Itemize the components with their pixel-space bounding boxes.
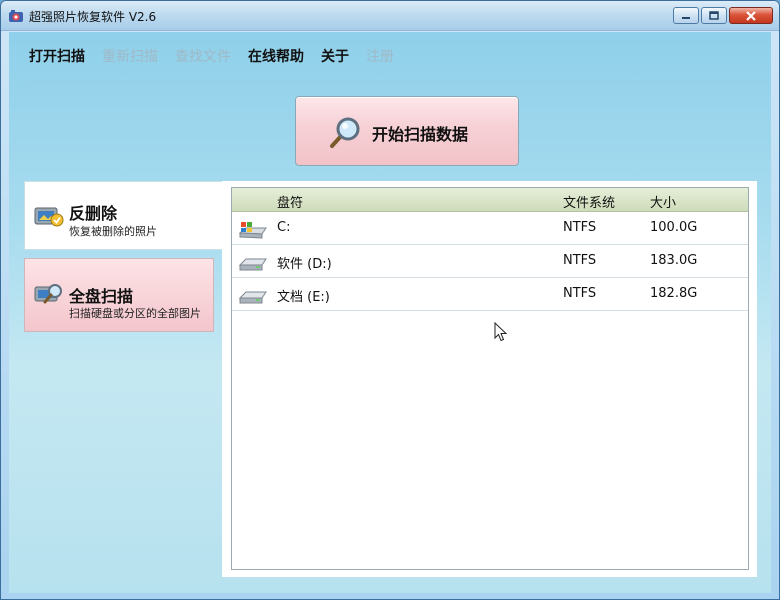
drive-name: 文档 (E:) <box>277 290 330 305</box>
drive-list-header: 盘符 文件系统 大小 <box>232 188 748 212</box>
menu-bar: 打开扫描 重新扫描 查找文件 在线帮助 关于 注册 <box>29 46 411 66</box>
close-button[interactable] <box>729 7 773 24</box>
maximize-button[interactable] <box>701 7 727 24</box>
close-icon <box>746 10 756 21</box>
drive-size: 182.8G <box>650 286 698 301</box>
table-row[interactable]: C: NTFS 100.0G <box>232 212 748 245</box>
drive-size: 100.0G <box>650 220 698 235</box>
table-row[interactable]: 文档 (E:) NTFS 182.8G <box>232 278 748 311</box>
drive-name: 软件 (D:) <box>277 257 332 272</box>
mouse-cursor-icon <box>494 322 508 342</box>
hard-drive-icon <box>238 258 267 271</box>
start-scan-button[interactable]: 开始扫描数据 <box>295 96 519 166</box>
menu-find-file[interactable]: 查找文件 <box>175 46 231 66</box>
hard-drive-icon <box>238 291 267 304</box>
drive-name: C: <box>277 220 291 235</box>
menu-online-help[interactable]: 在线帮助 <box>248 46 304 66</box>
drive-list[interactable]: 盘符 文件系统 大小 C: NTFS 100.0G 软件 (D:) NTFS 1… <box>231 187 749 570</box>
disk-scan-icon <box>34 284 62 304</box>
mode-undelete-title: 反删除 <box>69 204 118 223</box>
window-controls <box>673 7 773 25</box>
column-size[interactable]: 大小 <box>650 192 676 211</box>
mode-full-scan[interactable]: 全盘扫描 扫描硬盘或分区的全部图片 <box>24 258 214 332</box>
maximize-icon <box>709 11 719 20</box>
drive-rows: C: NTFS 100.0G 软件 (D:) NTFS 183.0G 文档 (E… <box>232 212 748 311</box>
minimize-icon <box>682 16 690 19</box>
drive-size: 183.0G <box>650 253 698 268</box>
table-row[interactable]: 软件 (D:) NTFS 183.0G <box>232 245 748 278</box>
mode-full-scan-subtitle: 扫描硬盘或分区的全部图片 <box>69 307 201 320</box>
column-drive[interactable]: 盘符 <box>277 192 303 211</box>
menu-divider <box>29 82 769 83</box>
system-drive-icon <box>238 222 267 239</box>
start-scan-label: 开始扫描数据 <box>372 125 469 144</box>
drive-filesystem: NTFS <box>563 253 597 268</box>
window-title: 超强照片恢复软件 V2.6 <box>29 10 157 24</box>
mode-undelete-subtitle: 恢复被删除的照片 <box>69 225 157 238</box>
title-bar[interactable]: 超强照片恢复软件 V2.6 <box>1 1 779 31</box>
app-icon <box>9 10 23 22</box>
magnifier-icon <box>330 117 360 148</box>
menu-register[interactable]: 注册 <box>366 46 394 66</box>
undelete-icon <box>34 207 64 227</box>
mode-undelete[interactable]: 反删除 恢复被删除的照片 <box>24 181 224 250</box>
menu-about[interactable]: 关于 <box>321 46 349 66</box>
app-window: 超强照片恢复软件 V2.6 打开扫描 重新扫描 查找文件 在线帮助 关于 注册 <box>0 0 780 600</box>
column-filesystem[interactable]: 文件系统 <box>563 192 615 211</box>
mode-full-scan-title: 全盘扫描 <box>69 287 134 306</box>
drive-filesystem: NTFS <box>563 286 597 301</box>
menu-rescan[interactable]: 重新扫描 <box>102 46 158 66</box>
drive-filesystem: NTFS <box>563 220 597 235</box>
minimize-button[interactable] <box>673 7 699 24</box>
drive-panel: 盘符 文件系统 大小 C: NTFS 100.0G 软件 (D:) NTFS 1… <box>222 181 757 577</box>
client-area: 打开扫描 重新扫描 查找文件 在线帮助 关于 注册 开始扫描数据 反删除 恢复被… <box>9 32 771 593</box>
menu-open-scan[interactable]: 打开扫描 <box>29 46 85 66</box>
